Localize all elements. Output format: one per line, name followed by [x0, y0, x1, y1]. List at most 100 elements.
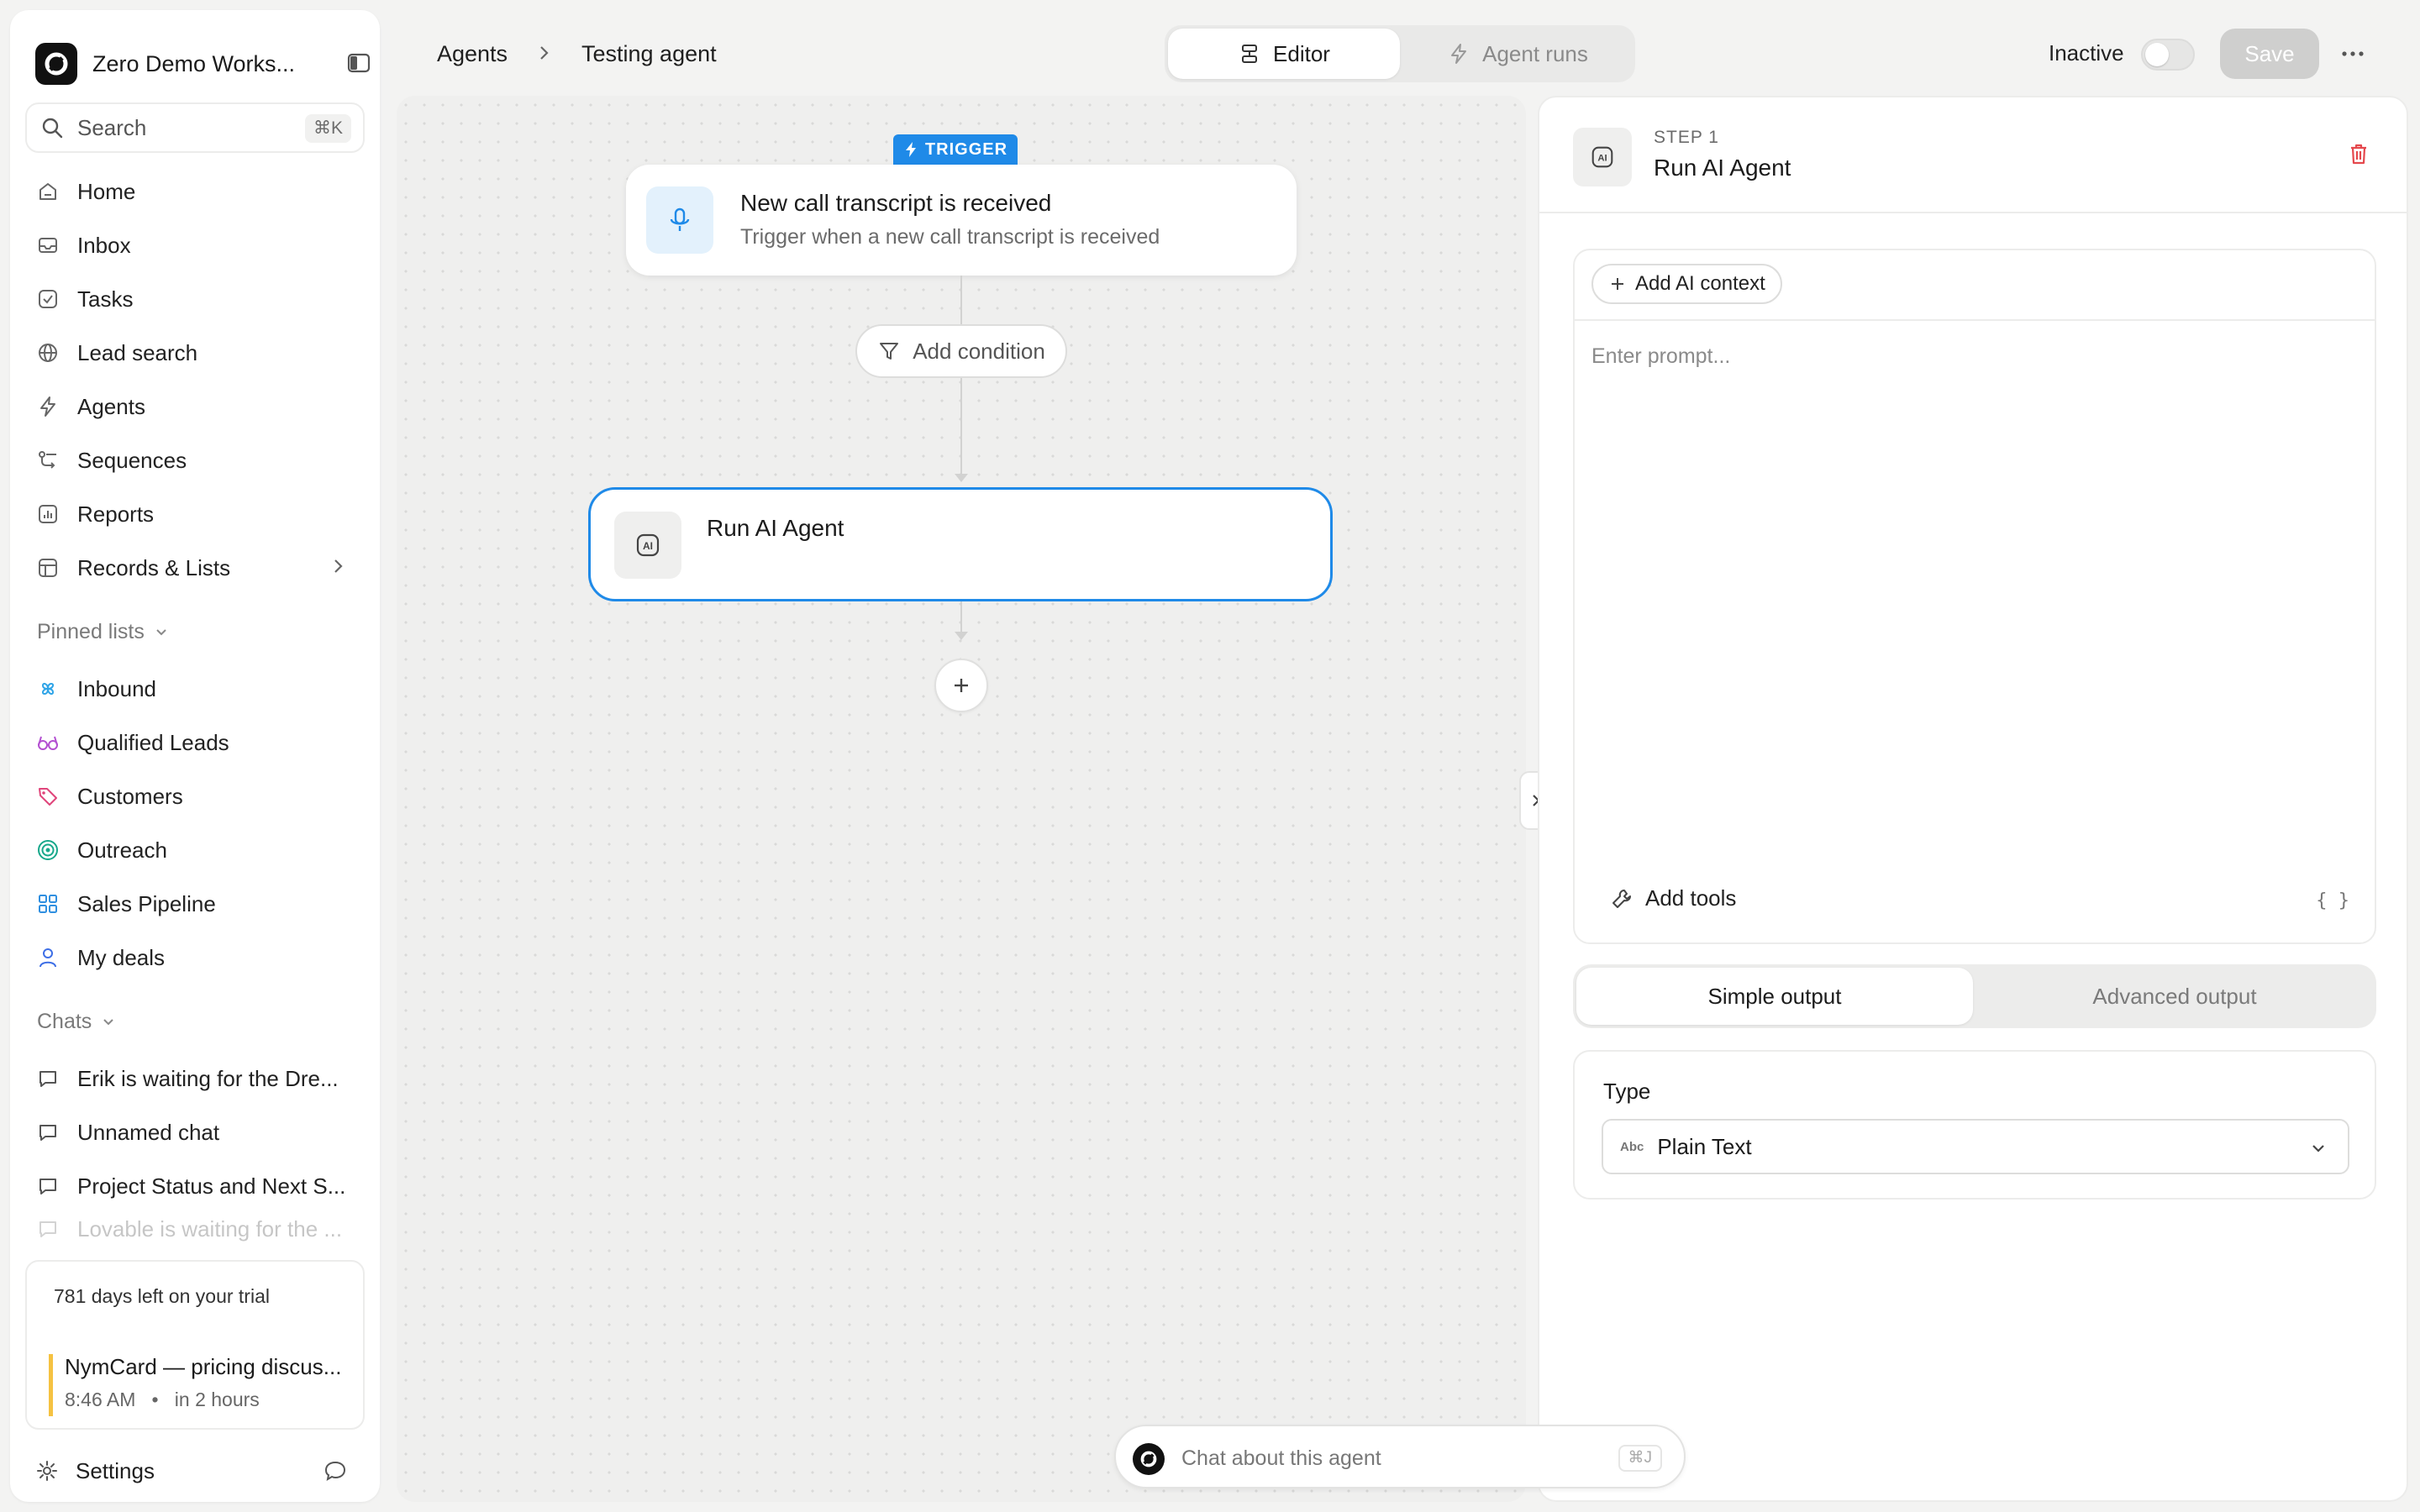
assistant-logo-icon [1133, 1443, 1165, 1475]
chat-item[interactable]: Unnamed chat [35, 1110, 371, 1154]
ai-icon: AI [1573, 128, 1632, 186]
chat-item[interactable]: Erik is waiting for the Dre... [35, 1057, 371, 1100]
connector-arrow [955, 474, 968, 482]
step-number: STEP 1 [1654, 128, 1719, 147]
add-ai-context-button[interactable]: Add AI context [1591, 264, 1782, 304]
step-title: Run AI Agent [1654, 155, 1791, 181]
pinned-item-my-deals[interactable]: My deals [35, 936, 371, 979]
active-toggle[interactable] [2141, 39, 2195, 71]
chat-placeholder: Chat about this agent [1181, 1446, 1381, 1470]
trigger-node[interactable]: New call transcript is received Trigger … [626, 165, 1297, 276]
add-condition-label: Add condition [913, 338, 1045, 364]
nav-item-label: Lead search [77, 339, 198, 365]
pinwheel-icon [35, 676, 60, 701]
toggle-knob [2145, 43, 2169, 66]
upcoming-meeting[interactable]: NymCard — pricing discus... 8:46 AM • in… [49, 1354, 351, 1416]
chevron-down-icon [2309, 1139, 2328, 1158]
prompt-editor[interactable]: Add AI context Enter prompt... Add tools… [1573, 249, 2376, 944]
chats-label: Chats [37, 1009, 92, 1033]
prompt-input[interactable]: Enter prompt... [1591, 344, 1730, 369]
breadcrumb-current-label: Testing agent [581, 40, 717, 66]
nav-item-reports[interactable]: Reports [35, 492, 371, 536]
microphone-icon [646, 186, 713, 254]
nav-item-label: Home [77, 178, 136, 204]
run-ai-agent-node[interactable]: AI Run AI Agent [588, 487, 1333, 601]
chevron-right-icon[interactable] [328, 556, 348, 576]
chats-heading[interactable]: Chats [37, 1005, 117, 1038]
person-icon [35, 945, 60, 970]
breadcrumb-separator-icon [533, 42, 555, 64]
panel-header: AI STEP 1 Run AI Agent [1539, 97, 2407, 213]
connector-line [960, 601, 962, 635]
pinned-item-label: My deals [77, 944, 166, 970]
pinned-item-outreach[interactable]: Outreach [35, 828, 371, 872]
nav-item-home[interactable]: Home [35, 170, 371, 213]
add-step-button[interactable] [934, 659, 988, 712]
pinned-item-qualified-leads[interactable]: Qualified Leads [35, 721, 371, 764]
trigger-title: New call transcript is received [740, 190, 1052, 216]
connector-line [960, 276, 962, 324]
meeting-time-row: 8:46 AM • in 2 hours [65, 1389, 351, 1411]
svg-text:AI: AI [1597, 154, 1607, 164]
globe-icon [35, 340, 60, 365]
pinned-item-label: Outreach [77, 837, 167, 863]
add-tools-button[interactable]: Add tools [1610, 885, 1736, 911]
tab-advanced-output[interactable]: Advanced output [1976, 968, 2373, 1025]
nav-item-lead-search[interactable]: Lead search [35, 331, 371, 375]
chat-item[interactable]: Lovable is waiting for the ... [35, 1216, 371, 1242]
pinned-item-inbound[interactable]: Inbound [35, 667, 371, 711]
more-options-icon[interactable] [2338, 42, 2368, 66]
pinned-item-sales-pipeline[interactable]: Sales Pipeline [35, 882, 371, 926]
nav-item-tasks[interactable]: Tasks [35, 277, 371, 321]
nav-item-records-lists[interactable]: Records & Lists [35, 546, 371, 590]
nav-item-agents[interactable]: Agents [35, 385, 371, 428]
save-button[interactable]: Save [2220, 29, 2319, 79]
workspace-logo [35, 43, 77, 85]
tab-editor[interactable]: Editor [1168, 29, 1400, 79]
text-type-icon: Abc [1620, 1139, 1644, 1154]
trial-days-text: 781 days left on your trial [54, 1285, 270, 1307]
feedback-chat-icon[interactable] [323, 1458, 348, 1483]
ai-icon: AI [614, 512, 681, 579]
chat-item-label: Erik is waiting for the Dre... [77, 1065, 339, 1091]
trash-icon[interactable] [2346, 141, 2371, 166]
search-icon [40, 116, 64, 139]
connector-arrow [955, 632, 968, 640]
nav-item-sequences[interactable]: Sequences [35, 438, 371, 482]
tab-agent-runs-label: Agent runs [1482, 40, 1588, 66]
nav-item-inbox[interactable]: Inbox [35, 223, 371, 267]
target-icon [35, 837, 60, 863]
glasses-icon [35, 730, 60, 755]
variables-braces-icon[interactable]: { } [2316, 890, 2349, 911]
breadcrumb-root-label: Agents [437, 40, 508, 66]
agent-chat-input[interactable]: Chat about this agent ⌘J [1114, 1425, 1686, 1488]
bullet-separator: • [140, 1389, 170, 1410]
type-select[interactable]: Abc Plain Text [1602, 1119, 2349, 1174]
output-mode-tabs: Simple output Advanced output [1573, 964, 2376, 1028]
workspace-switcher[interactable]: Zero Demo Works... [35, 42, 371, 86]
settings-button[interactable]: Settings [35, 1450, 371, 1492]
chat-icon [35, 1173, 60, 1199]
search-input[interactable]: Search ⌘K [25, 102, 365, 153]
pinned-item-label: Customers [77, 783, 183, 809]
pinned-item-label: Qualified Leads [77, 729, 229, 755]
pinned-lists-heading[interactable]: Pinned lists [37, 615, 170, 648]
sidebar: Zero Demo Works... Search ⌘K Home Inbox … [10, 10, 380, 1502]
lightning-icon [35, 394, 60, 419]
gear-icon [35, 1459, 59, 1483]
meeting-time: 8:46 AM [65, 1389, 136, 1410]
chat-item-label: Project Status and Next S... [77, 1173, 346, 1199]
pinned-item-customers[interactable]: Customers [35, 774, 371, 818]
output-type-section: Type Abc Plain Text [1573, 1050, 2376, 1200]
lightning-icon [1451, 44, 1467, 64]
filter-icon [880, 343, 899, 360]
pinned-item-label: Inbound [77, 675, 156, 701]
breadcrumb-root[interactable]: Agents [437, 37, 508, 71]
tab-simple-output[interactable]: Simple output [1576, 968, 1973, 1025]
type-select-value: Plain Text [1657, 1133, 1752, 1159]
nav-item-label: Reports [77, 501, 155, 527]
chat-item[interactable]: Project Status and Next S... [35, 1164, 371, 1208]
tab-agent-runs[interactable]: Agent runs [1403, 29, 1632, 79]
add-condition-button[interactable]: Add condition [855, 324, 1067, 378]
sidebar-toggle-icon[interactable] [346, 50, 371, 76]
